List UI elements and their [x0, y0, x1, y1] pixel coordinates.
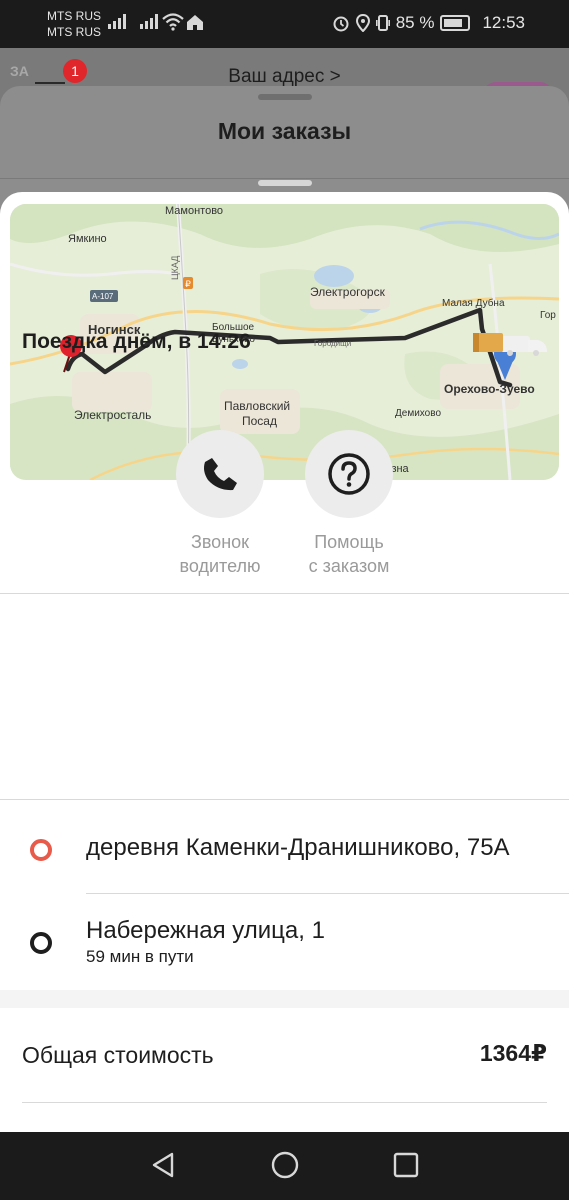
alarm-icon	[333, 16, 349, 32]
dropoff-address[interactable]: Набережная улица, 1	[86, 917, 325, 945]
recents-icon[interactable]	[391, 1150, 421, 1180]
divider	[22, 1102, 547, 1103]
map-label-a107: А-107	[92, 292, 114, 301]
location-icon	[355, 14, 370, 32]
dropoff-point-icon	[30, 932, 52, 954]
divider	[0, 178, 569, 179]
battery-icon	[440, 15, 471, 31]
pickup-address[interactable]: деревня Каменки-Дранишниково, 75А	[86, 834, 510, 862]
battery-percent: 85 %	[395, 13, 435, 32]
map-label-gor: Гор	[540, 310, 556, 321]
call-driver-label-2: водителю	[179, 556, 261, 576]
svg-text:₽: ₽	[185, 279, 191, 289]
map-label-posad: Посад	[242, 414, 277, 428]
carrier-2: MTS RUS	[47, 25, 101, 39]
map-label-malaya-dubna: Малая Дубна	[442, 297, 505, 309]
divider	[0, 593, 569, 594]
call-driver-button[interactable]: Звонок водителю	[155, 430, 285, 578]
signal-2-icon	[140, 14, 158, 29]
map-label-orekhovo: Орехово-Зуево	[444, 382, 535, 396]
wifi-icon	[162, 13, 184, 31]
total-cost-value: 1364₽	[479, 1040, 547, 1066]
orders-sheet-title: Мои заказы	[217, 118, 352, 144]
map-label-mamontovo: Мамонтово	[165, 205, 223, 217]
map-label-demikhovo: Демихово	[395, 408, 441, 419]
orders-sheet-handle[interactable]	[258, 94, 312, 100]
carrier-1: MTS RUS	[47, 9, 101, 23]
order-card-handle[interactable]	[258, 180, 312, 186]
divider	[0, 799, 569, 800]
clock: 12:53	[482, 13, 525, 32]
total-cost-label: Общая стоимость	[22, 1042, 214, 1068]
vibrate-icon	[375, 15, 390, 31]
back-icon[interactable]	[148, 1150, 178, 1180]
order-help-circle[interactable]	[305, 430, 393, 518]
map-label-pavlovsky: Павловский	[224, 399, 290, 413]
address-link[interactable]: Ваш адрес >	[0, 66, 569, 88]
map-label-elektrostal: Электросталь	[74, 408, 151, 422]
call-driver-label-1: Звонок	[190, 532, 250, 552]
trip-title: Поездка днём, в 14:26	[22, 330, 251, 353]
status-bar: MTS RUS MTS RUS 85 % 12:53	[0, 0, 569, 48]
home-network-icon	[187, 15, 203, 30]
section-gap	[0, 990, 569, 1008]
map-label-elektrogorsk: Электрогорск	[310, 285, 386, 299]
pickup-point-icon	[30, 839, 52, 861]
help-icon	[328, 453, 370, 495]
phone-icon	[204, 458, 237, 491]
signal-1-icon	[108, 14, 126, 29]
status-right: 85 % 12:53	[332, 13, 525, 33]
home-icon[interactable]	[270, 1150, 300, 1180]
map-label-tskad: ЦКАД	[170, 256, 180, 280]
order-help-label-1: Помощь	[314, 532, 384, 552]
order-help-label-2: с заказом	[308, 556, 390, 576]
system-nav-bar	[0, 1132, 569, 1200]
trip-duration: 59 мин в пути	[86, 947, 194, 966]
call-driver-circle[interactable]	[176, 430, 264, 518]
map-label-gorodischi: Городищи	[314, 339, 351, 348]
truck-icon	[473, 333, 547, 356]
carrier-names: MTS RUS MTS RUS	[47, 8, 101, 40]
divider	[86, 893, 569, 894]
map-label-yamkino: Ямкино	[68, 233, 107, 245]
order-help-button[interactable]: Помощь с заказом	[284, 430, 414, 578]
